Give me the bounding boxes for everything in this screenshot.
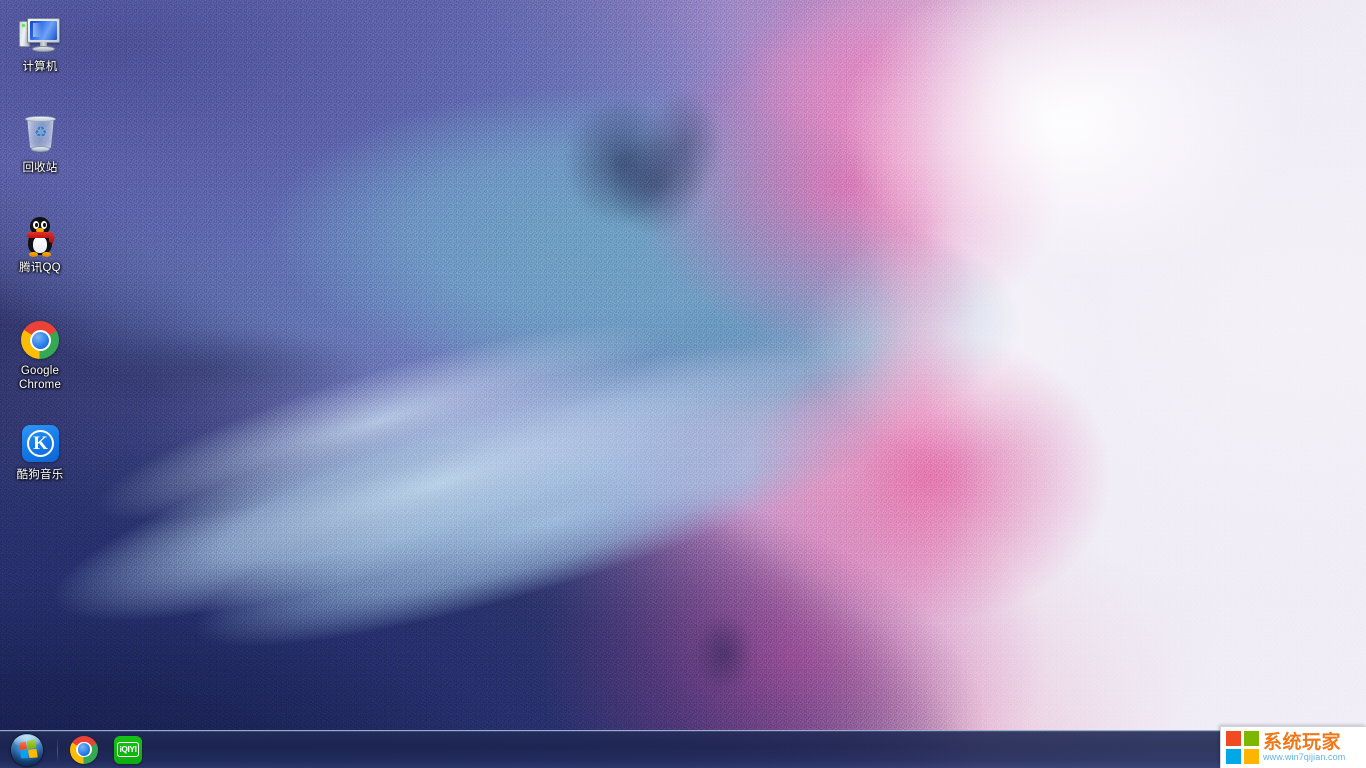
desktop-icon-computer[interactable]: 计算机 — [3, 14, 77, 75]
desktop-icon-label: 计算机 — [22, 61, 58, 73]
watermark-url: www.win7qijian.com — [1263, 752, 1346, 762]
iqiyi-logo-text: iQIYI — [117, 742, 139, 757]
taskbar-item-chrome[interactable] — [64, 734, 104, 766]
four-color-squares-logo-icon — [1226, 731, 1259, 764]
desktop-icon-label: 酷狗音乐 — [16, 469, 64, 481]
watermark-title: 系统玩家 — [1263, 731, 1342, 753]
taskbar: iQIYI 中 — [0, 730, 1366, 768]
desktop-icon-kugou-music[interactable]: K 酷狗音乐 — [3, 422, 77, 483]
desktop-icon-layer: 计算机 ♻ 回收站 腾讯QQ Google Chrome K 酷狗音乐 — [0, 0, 1366, 768]
desktop-icon-google-chrome[interactable]: Google Chrome — [3, 318, 77, 392]
desktop-icon-recycle-bin[interactable]: ♻ 回收站 — [3, 115, 77, 176]
chrome-icon — [70, 735, 98, 764]
watermark-text-block: 系统玩家 www.win7qijian.com — [1263, 732, 1345, 763]
qq-penguin-icon — [18, 215, 62, 259]
desktop-icon-label: 腾讯QQ — [19, 262, 61, 274]
recycle-bin-icon: ♻ — [18, 115, 62, 159]
kugou-k-icon: K — [18, 422, 62, 466]
iqiyi-icon: iQIYI — [114, 735, 142, 764]
start-button[interactable] — [1, 732, 53, 768]
desktop-icon-tencent-qq[interactable]: 腾讯QQ — [3, 215, 77, 276]
desktop-icon-label: 回收站 — [22, 162, 58, 174]
desktop-icon-label: Google Chrome — [18, 365, 62, 391]
taskbar-divider — [57, 736, 58, 763]
windows-start-orb-icon — [11, 733, 43, 766]
site-watermark: 系统玩家 www.win7qijian.com — [1220, 726, 1366, 768]
computer-monitor-icon — [18, 14, 62, 58]
chrome-icon — [18, 318, 62, 362]
taskbar-item-iqiyi[interactable]: iQIYI — [108, 734, 148, 766]
